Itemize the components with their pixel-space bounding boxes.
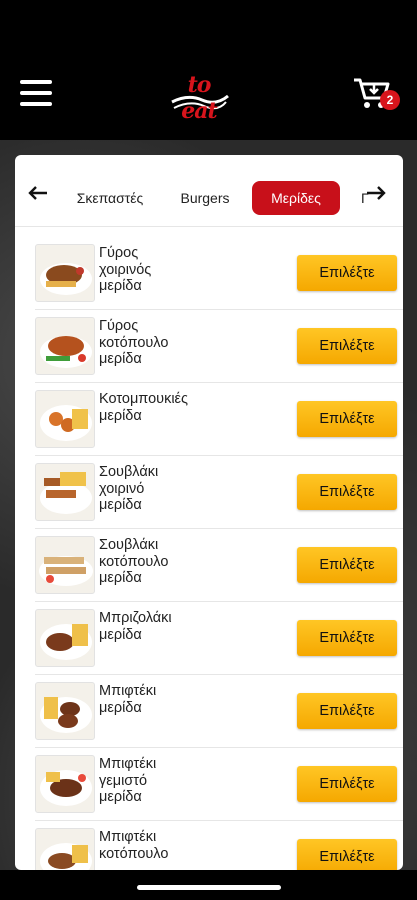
product-image	[35, 828, 95, 870]
select-button[interactable]: Επιλέξτε	[297, 693, 397, 729]
select-button[interactable]: Επιλέξτε	[297, 474, 397, 510]
list-item: Σουβλάκι χοιρινό μερίδα Επιλέξτε	[35, 456, 403, 529]
list-item: Μπριζολάκι μερίδα Επιλέξτε	[35, 602, 403, 675]
product-image	[35, 317, 95, 375]
list-item: Κοτομπουκιές μερίδα Επιλέξτε	[35, 383, 403, 456]
product-image	[35, 755, 95, 813]
list-item: Μπιφτέκι γεμιστό μερίδα Επιλέξτε	[35, 748, 403, 821]
list-item: Σουβλάκι κοτόπουλο μερίδα Επιλέξτε	[35, 529, 403, 602]
product-image	[35, 609, 95, 667]
select-button[interactable]: Επιλέξτε	[297, 620, 397, 656]
category-tab-burgers[interactable]: Burgers	[172, 181, 238, 215]
product-name: Σουβλάκι κοτόπουλο μερίδα	[99, 537, 169, 586]
product-name: Μπριζολάκι μερίδα	[99, 610, 172, 643]
logo: to eat	[168, 72, 230, 124]
product-name: Κοτομπουκιές μερίδα	[99, 391, 189, 424]
select-button[interactable]: Επιλέξτε	[297, 328, 397, 364]
cart-button[interactable]: 2	[352, 76, 402, 112]
product-name: Μπιφτέκι κοτόπουλο	[99, 829, 169, 862]
menu-card: Σκεπαστές Burgers Μερίδες Γ Γύρος χοιριν…	[15, 155, 403, 870]
select-button[interactable]: Επιλέξτε	[297, 547, 397, 583]
product-name: Γύρος κοτόπουλο μερίδα	[99, 318, 169, 367]
top-bar: to eat 2	[0, 0, 417, 140]
home-indicator[interactable]	[137, 885, 281, 890]
list-item: Μπιφτέκι κοτόπουλο Επιλέξτε	[35, 821, 403, 870]
product-image	[35, 390, 95, 448]
logo-text: to eat	[181, 72, 217, 124]
product-image	[35, 463, 95, 521]
product-image	[35, 536, 95, 594]
arrow-left-icon[interactable]	[27, 185, 49, 201]
arrow-right-icon[interactable]	[365, 185, 387, 201]
menu-icon[interactable]	[20, 80, 52, 106]
select-button[interactable]: Επιλέξτε	[297, 839, 397, 870]
product-image	[35, 244, 95, 302]
product-list: Γύρος χοιρινός μερίδα Επιλέξτε Γύρος κοτ…	[35, 237, 403, 870]
select-button[interactable]: Επιλέξτε	[297, 766, 397, 802]
product-name: Μπιφτέκι γεμιστό μερίδα	[99, 756, 157, 805]
list-item: Γύρος κοτόπουλο μερίδα Επιλέξτε	[35, 310, 403, 383]
select-button[interactable]: Επιλέξτε	[297, 255, 397, 291]
category-tab-skepastes[interactable]: Σκεπαστές	[67, 181, 153, 215]
cart-count-badge: 2	[380, 90, 400, 110]
list-item: Μπιφτέκι μερίδα Επιλέξτε	[35, 675, 403, 748]
category-tab-merides[interactable]: Μερίδες	[252, 181, 340, 215]
product-name: Γύρος χοιρινός μερίδα	[99, 245, 152, 294]
category-bar: Σκεπαστές Burgers Μερίδες Γ	[15, 155, 403, 227]
select-button[interactable]: Επιλέξτε	[297, 401, 397, 437]
product-image	[35, 682, 95, 740]
list-item: Γύρος χοιρινός μερίδα Επιλέξτε	[35, 237, 403, 310]
product-name: Σουβλάκι χοιρινό μερίδα	[99, 464, 159, 513]
product-name: Μπιφτέκι μερίδα	[99, 683, 157, 716]
